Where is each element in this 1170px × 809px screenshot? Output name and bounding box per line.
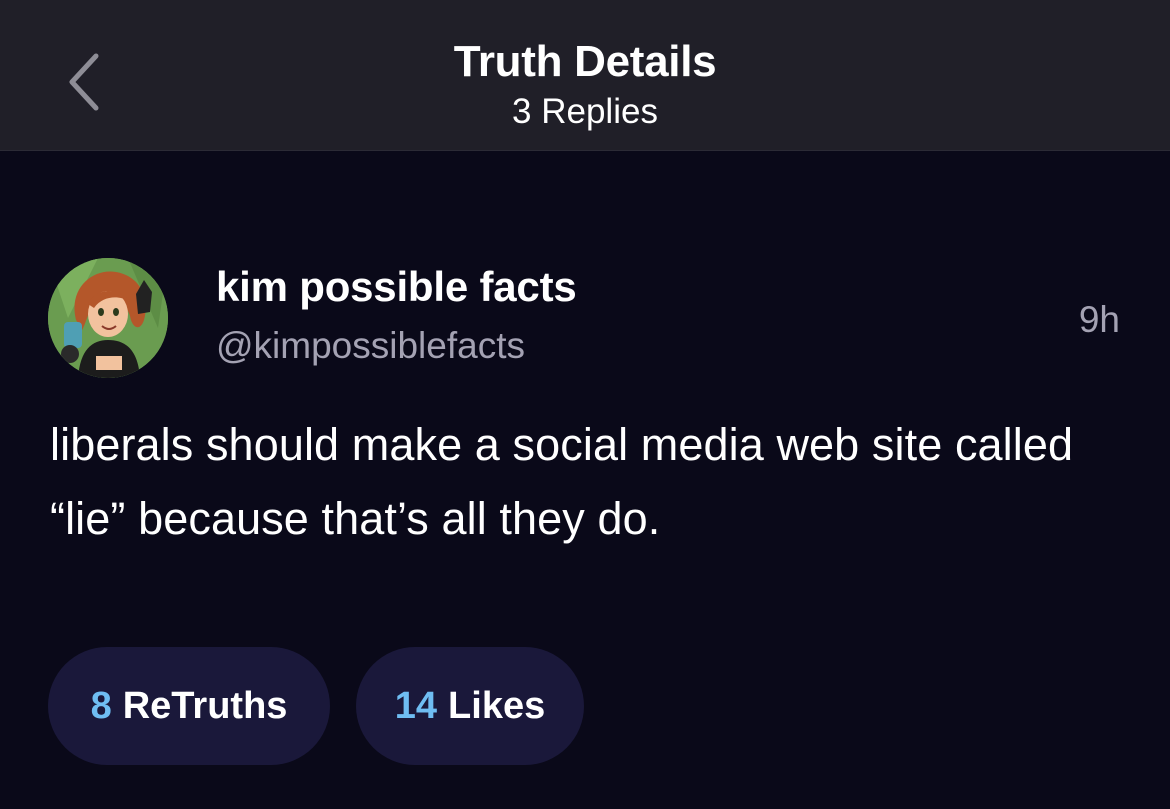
avatar[interactable] [48,258,168,378]
likes-label: Likes [448,684,546,727]
retruths-button[interactable]: 8 ReTruths [48,647,330,765]
author-display-name[interactable]: kim possible facts [216,262,577,312]
author-handle[interactable]: @kimpossiblefacts [216,322,525,370]
reply-count: 3 Replies [512,92,658,131]
top-header: Truth Details 3 Replies [0,0,1170,151]
post-timestamp: 9h [1078,299,1120,340]
avatar-image [48,258,168,378]
header-titles: Truth Details 3 Replies [0,36,1170,134]
page-title: Truth Details [453,37,717,86]
post-body: liberals should make a social media web … [50,419,1074,544]
retruths-label: ReTruths [122,684,288,727]
likes-button[interactable]: 14 Likes [356,647,584,765]
retruths-count: 8 [90,684,112,727]
likes-count: 14 [394,684,438,727]
